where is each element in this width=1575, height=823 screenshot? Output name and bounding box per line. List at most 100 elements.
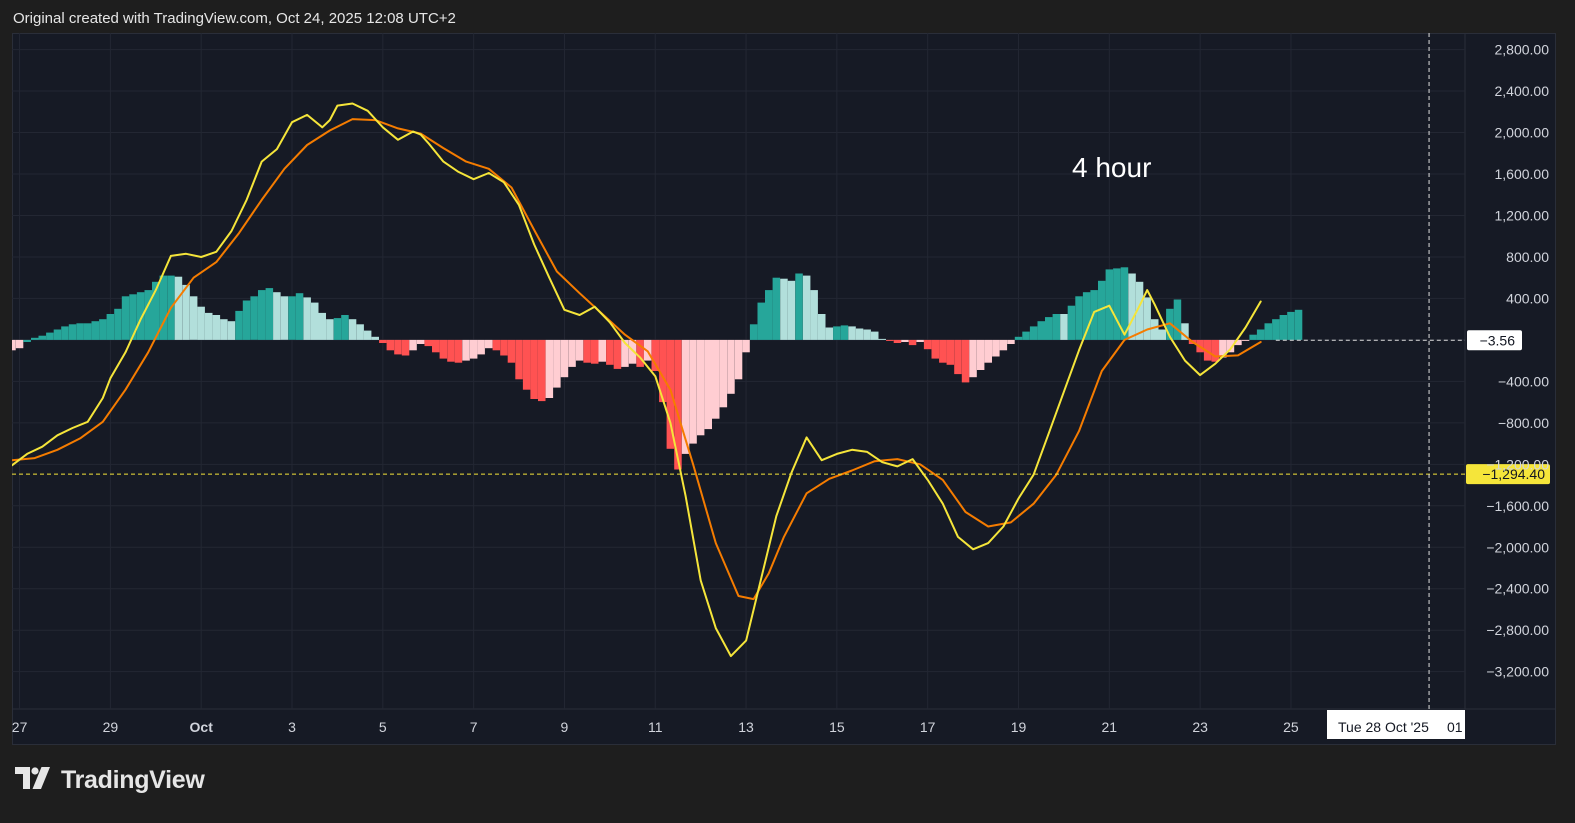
histogram-bar: [220, 319, 228, 340]
histogram-bar: [447, 339, 455, 362]
histogram-bar: [696, 339, 705, 436]
histogram-bar: [174, 276, 183, 340]
histogram-bar: [840, 325, 849, 340]
histogram-bar: [507, 339, 516, 363]
y-tick-label: −2,000.00: [1486, 539, 1549, 555]
histogram-bar: [265, 288, 274, 340]
histogram-bar: [560, 339, 569, 378]
x-tick-label: 25: [1283, 719, 1299, 735]
histogram-bar: [1241, 339, 1250, 341]
histogram-bar: [53, 329, 62, 340]
time-axis-background: [12, 709, 1556, 745]
histogram-bar: [235, 310, 243, 340]
histogram-bar: [1113, 268, 1121, 340]
histogram-bar: [280, 296, 289, 340]
histogram-bar: [189, 296, 198, 340]
histogram-bar: [492, 339, 501, 351]
histogram-bar: [969, 339, 977, 378]
x-tick-label: 15: [829, 719, 845, 735]
histogram-bar: [931, 339, 939, 359]
x-tick-label: 23: [1192, 719, 1208, 735]
y-tick-label: −800.00: [1498, 415, 1549, 431]
histogram-bar: [893, 339, 902, 343]
histogram-bar: [273, 292, 281, 340]
histogram-bar: [371, 336, 379, 340]
x-tick-label: 5: [379, 719, 387, 735]
histogram-bar: [469, 339, 478, 359]
histogram-bar: [1158, 329, 1166, 340]
y-tick-label: −3,200.00: [1486, 664, 1549, 680]
histogram-bar: [182, 284, 190, 340]
histogram-bar: [848, 326, 856, 340]
histogram-bar: [575, 339, 584, 361]
histogram-bar: [394, 339, 402, 355]
histogram-bar: [886, 339, 894, 341]
histogram-bar: [613, 339, 622, 369]
x-tick-label: 13: [738, 719, 754, 735]
histogram-bar: [976, 339, 985, 370]
histogram-bar: [1105, 269, 1114, 340]
histogram-bar: [401, 339, 410, 356]
histogram-bar: [1090, 290, 1098, 340]
macd-chart[interactable]: −3.56 −1,294.40 2,800.00 2,400.00 2,000.00 1…: [8, 33, 1556, 745]
histogram-bar: [1151, 319, 1159, 340]
histogram-bar: [568, 339, 576, 367]
chart-svg[interactable]: −3.56−1,294.40 2,800.002,400.002,000.001…: [8, 33, 1556, 745]
histogram-bar: [757, 302, 765, 340]
histogram-bar: [159, 275, 168, 340]
histogram-bar: [538, 339, 546, 402]
histogram-bar: [1173, 299, 1182, 340]
histogram-bar: [1037, 321, 1045, 340]
histogram-bar: [923, 339, 932, 350]
histogram-bar: [946, 339, 955, 365]
histogram-bar: [591, 339, 599, 364]
histogram-bar: [810, 290, 818, 340]
histogram-bar: [999, 339, 1008, 351]
histogram-bar: [780, 278, 788, 340]
histogram-bar: [99, 319, 107, 340]
histogram-bar: [992, 339, 1000, 357]
histogram-bar: [522, 339, 531, 390]
tradingview-logo-icon: [15, 767, 53, 794]
histogram-bar: [719, 339, 728, 408]
histogram-bar: [984, 339, 992, 363]
histogram-bar: [1294, 309, 1303, 340]
histogram-bar: [1264, 323, 1272, 340]
histogram-bar: [341, 315, 349, 340]
histogram-bar: [606, 339, 614, 365]
histogram-bar: [83, 323, 92, 340]
histogram-bar: [462, 339, 470, 361]
histogram-bar: [545, 339, 554, 398]
y-tick-label: −1,600.00: [1486, 498, 1549, 514]
histogram-bar: [348, 319, 357, 340]
histogram-bar: [583, 339, 591, 363]
histogram-bar: [356, 324, 364, 340]
y-tick-label: 1,600.00: [1495, 166, 1550, 182]
histogram-bar: [765, 290, 773, 340]
y-tick-label: −400.00: [1498, 373, 1549, 389]
histogram-bar: [311, 302, 319, 340]
histogram-bar: [1060, 314, 1068, 340]
attribution-header: Original created with TradingView.com, O…: [13, 10, 456, 27]
histogram-bar: [954, 339, 962, 375]
histogram-bar: [795, 273, 803, 340]
histogram-bar: [500, 339, 508, 356]
histogram-bar: [409, 339, 417, 351]
histogram-bar: [432, 339, 440, 353]
histogram-bar: [749, 324, 758, 340]
x-tick-label: 9: [561, 719, 569, 735]
histogram-bar: [424, 339, 432, 347]
histogram-bar: [689, 339, 697, 444]
histogram-bar: [23, 339, 31, 342]
histogram-bar: [878, 338, 886, 340]
histogram-bar: [295, 293, 304, 340]
histogram-bar: [205, 312, 213, 340]
tradingview-logo[interactable]: TradingView: [15, 766, 205, 795]
y-tick-label: 400.00: [1506, 290, 1549, 306]
crosshair-time-suffix: 01: [1447, 719, 1463, 735]
histogram-bar: [871, 331, 879, 340]
last-value-label: −3.56: [1480, 332, 1516, 348]
histogram-bar: [68, 324, 77, 340]
histogram-bar: [901, 339, 909, 342]
histogram-bar: [477, 339, 485, 355]
